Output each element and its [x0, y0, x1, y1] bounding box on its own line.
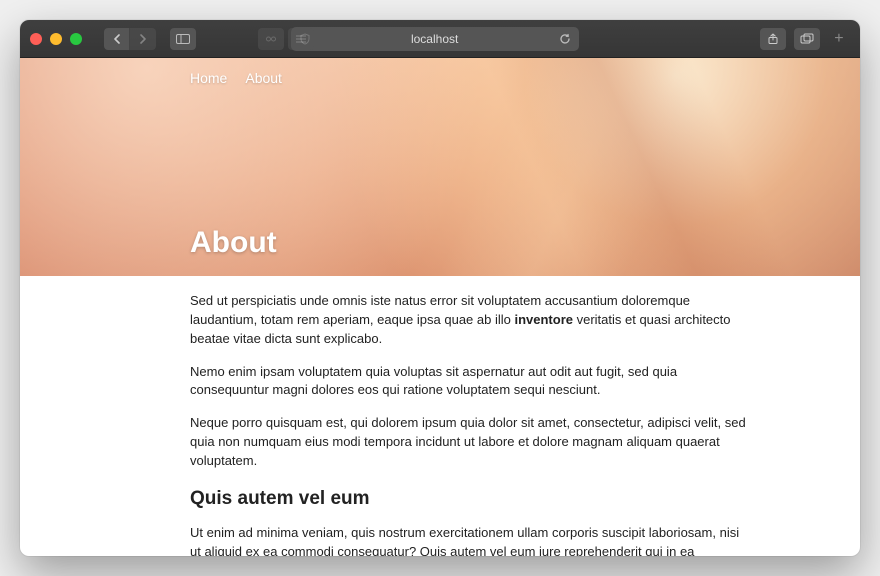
sidebar-toggle-button[interactable] — [170, 28, 196, 50]
paragraph: Ut enim ad minima veniam, quis nostrum e… — [190, 524, 750, 556]
content-scroll[interactable]: Sed ut perspiciatis unde omnis iste natu… — [20, 276, 860, 556]
nav-link-about[interactable]: About — [245, 70, 282, 86]
paragraph: Sed ut perspiciatis unde omnis iste natu… — [190, 292, 750, 349]
close-window-button[interactable] — [30, 33, 42, 45]
minimize-window-button[interactable] — [50, 33, 62, 45]
new-tab-button[interactable]: + — [828, 30, 850, 48]
subheading: Quis autem vel eum — [190, 485, 750, 513]
tabs-button[interactable] — [794, 28, 820, 50]
paragraph: Neque porro quisquam est, qui dolorem ip… — [190, 414, 750, 471]
address-text: localhost — [411, 32, 458, 46]
page-viewport: Home About About Sed ut perspiciatis und… — [20, 58, 860, 556]
article-body: Sed ut perspiciatis unde omnis iste natu… — [190, 292, 750, 556]
back-button[interactable] — [104, 28, 130, 50]
fullscreen-window-button[interactable] — [70, 33, 82, 45]
page-title: About — [190, 226, 277, 260]
nav-back-forward — [104, 28, 156, 50]
site-nav: Home About — [190, 58, 860, 86]
paragraph: Nemo enim ipsam voluptatem quia voluptas… — [190, 363, 750, 401]
toolbar-right — [760, 28, 820, 50]
list-button[interactable] — [288, 28, 314, 50]
bold-text: inventore — [514, 312, 573, 327]
reader-button[interactable] — [258, 28, 284, 50]
forward-button[interactable] — [130, 28, 156, 50]
window-controls — [30, 33, 82, 45]
hero-banner: Home About About — [20, 58, 860, 276]
browser-window: localhost + Home About About — [20, 20, 860, 556]
reload-icon[interactable] — [559, 33, 571, 45]
share-button[interactable] — [760, 28, 786, 50]
address-bar[interactable]: localhost — [291, 27, 579, 51]
nav-link-home[interactable]: Home — [190, 70, 227, 86]
titlebar: localhost + — [20, 20, 860, 58]
